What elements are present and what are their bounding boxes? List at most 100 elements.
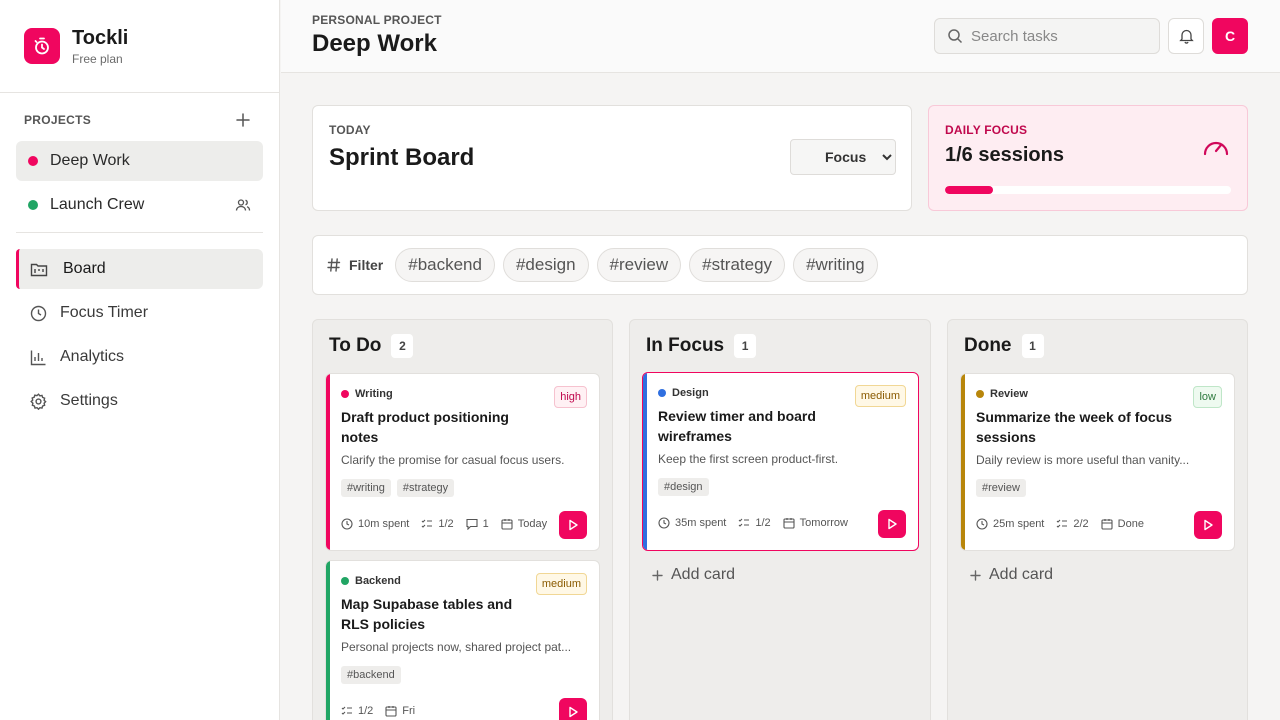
filter-chip[interactable]: #review — [596, 248, 682, 282]
filter-chip[interactable]: #writing — [793, 248, 878, 282]
projects-heading: PROJECTS — [24, 113, 92, 127]
project-color-dot — [28, 156, 38, 166]
filter-bar: Filter #backend #design #review #strateg… — [312, 235, 1248, 295]
task-card[interactable]: Review low Summarize the week of focus s… — [960, 373, 1235, 551]
avatar[interactable]: C — [1212, 18, 1248, 54]
play-icon — [1204, 519, 1213, 531]
nav-item-board[interactable]: Board — [16, 249, 263, 289]
add-card-button[interactable]: Add card — [970, 566, 1053, 584]
search-input[interactable] — [971, 27, 1151, 45]
timer-icon — [24, 28, 60, 64]
column-title: Done — [964, 335, 1012, 356]
start-focus-button[interactable] — [878, 510, 906, 538]
clock-icon — [341, 518, 353, 530]
sprint-title: Sprint Board — [329, 144, 475, 171]
nav-item-analytics[interactable]: Analytics — [16, 337, 263, 377]
start-focus-button[interactable] — [559, 511, 587, 539]
sidebar: Tockli Free plan PROJECTS Deep Work Laun… — [0, 0, 280, 720]
checklist-icon — [1056, 519, 1068, 528]
comment-count: 1 — [482, 518, 489, 530]
checklist-count: 1/2 — [358, 705, 374, 717]
card-tag: #design — [658, 478, 709, 496]
nav-label: Analytics — [60, 348, 125, 365]
filter-chip[interactable]: #backend — [395, 248, 495, 282]
card-description: Personal projects now, shared project pa… — [341, 640, 572, 654]
play-icon — [569, 706, 578, 718]
comment-icon — [466, 518, 478, 530]
nav-item-settings[interactable]: Settings — [16, 381, 263, 421]
time-spent: 35m spent — [675, 517, 727, 529]
card-accent-bar — [326, 561, 330, 720]
progress-fill — [945, 186, 993, 194]
hash-icon — [327, 258, 341, 272]
divider — [16, 232, 263, 233]
plus-icon — [970, 569, 981, 581]
top-bar: PERSONAL PROJECT Deep Work C — [281, 0, 1280, 73]
column-done: Done 1 Review low Summarize the week of … — [947, 319, 1248, 720]
add-card-label: Add card — [671, 566, 736, 583]
play-icon — [569, 519, 578, 531]
column-title: To Do — [329, 335, 382, 356]
time-spent: 25m spent — [993, 518, 1045, 530]
notifications-button[interactable] — [1168, 18, 1204, 54]
filter-chip[interactable]: #design — [502, 248, 589, 282]
checklist-icon — [341, 706, 352, 715]
chart-icon — [30, 349, 47, 366]
task-card[interactable]: Writing high Draft product positioning n… — [325, 373, 600, 551]
board-icon — [30, 261, 48, 277]
plus-icon — [652, 569, 663, 581]
bell-icon — [1178, 28, 1194, 44]
card-description: Keep the first screen product-first. — [658, 452, 839, 466]
calendar-icon — [783, 518, 795, 529]
daily-focus-card: DAILY FOCUS 1/6 sessions — [928, 105, 1248, 211]
project-item-deep-work[interactable]: Deep Work — [16, 141, 263, 181]
view-select[interactable]: Focus — [790, 139, 896, 175]
card-accent-bar — [961, 374, 965, 550]
card-description: Clarify the promise for casual focus use… — [341, 453, 565, 467]
sprint-kicker: TODAY — [329, 123, 371, 137]
page-title: Deep Work — [312, 30, 437, 57]
nav-label: Focus Timer — [60, 304, 149, 321]
category-dot — [341, 577, 349, 585]
start-focus-button[interactable] — [559, 698, 587, 720]
card-category: Design — [672, 387, 709, 399]
due-date: Fri — [402, 705, 416, 717]
filter-chip[interactable]: #strategy — [689, 248, 786, 282]
checklist-icon — [421, 519, 433, 528]
nav-label: Board — [63, 260, 106, 277]
card-description: Daily review is more useful than vanity.… — [976, 453, 1190, 467]
daily-focus-value: 1/6 sessions — [945, 144, 1064, 166]
task-card[interactable]: Design medium Review timer and board wir… — [642, 372, 919, 551]
card-accent-bar — [643, 373, 647, 550]
checklist-count: 1/2 — [438, 518, 454, 530]
card-category: Writing — [355, 388, 393, 400]
time-spent: 10m spent — [358, 518, 410, 530]
priority-badge: high — [554, 386, 587, 408]
card-category: Review — [990, 388, 1028, 400]
column-in-focus: In Focus 1 Design medium Review timer an… — [629, 319, 931, 720]
add-card-label: Add card — [989, 566, 1054, 583]
gear-icon — [30, 393, 47, 410]
card-tag: #strategy — [396, 479, 455, 497]
column-todo: To Do 2 Writing high Draft product posit… — [312, 319, 613, 720]
card-title: Draft product positioning notes — [341, 409, 509, 445]
start-focus-button[interactable] — [1194, 511, 1222, 539]
search-box[interactable] — [934, 18, 1160, 54]
task-card[interactable]: Backend medium Map Supabase tables and R… — [325, 560, 600, 720]
due-date: Done — [1117, 518, 1144, 530]
daily-focus-progress — [945, 186, 1231, 194]
nav-item-focus-timer[interactable]: Focus Timer — [16, 293, 263, 333]
card-tag: #writing — [341, 479, 391, 497]
card-tag: #backend — [341, 666, 401, 684]
add-card-button[interactable]: Add card — [652, 566, 735, 584]
project-item-launch-crew[interactable]: Launch Crew — [16, 185, 263, 225]
add-project-icon[interactable] — [235, 112, 251, 128]
checklist-count: 1/2 — [755, 517, 771, 529]
card-accent-bar — [326, 374, 330, 550]
gauge-icon — [1202, 134, 1230, 158]
clock-icon — [976, 518, 988, 530]
priority-badge: low — [1193, 386, 1222, 408]
project-label: Deep Work — [50, 152, 130, 169]
priority-badge: medium — [535, 573, 587, 595]
play-icon — [888, 518, 897, 530]
